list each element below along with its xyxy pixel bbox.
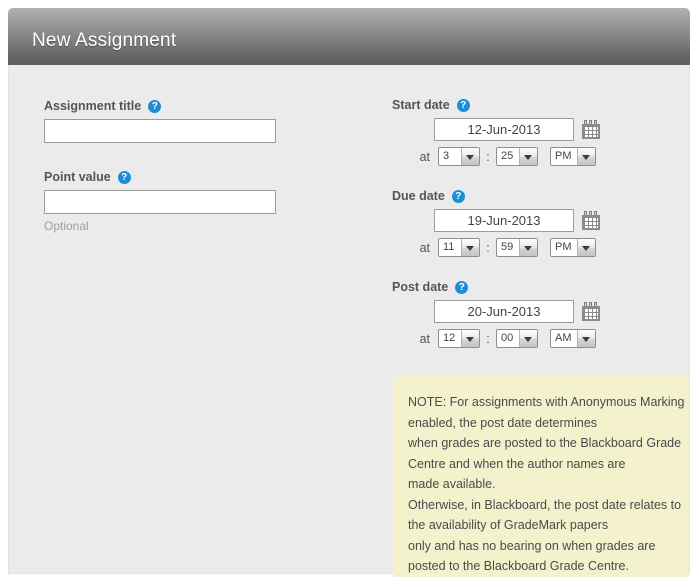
chevron-down-icon xyxy=(519,148,537,165)
post-time-row: at 12 : 00 AM xyxy=(392,329,692,348)
point-value-input[interactable] xyxy=(44,190,276,214)
due-at-label: at xyxy=(419,240,430,255)
help-icon[interactable]: ? xyxy=(455,280,469,294)
chevron-down-icon xyxy=(461,148,479,165)
due-time-separator: : xyxy=(486,240,490,255)
chevron-down-icon xyxy=(461,239,479,256)
start-meridiem-value: PM xyxy=(555,150,572,162)
post-hour-select[interactable]: 12 xyxy=(438,329,480,348)
start-hour-select[interactable]: 3 xyxy=(438,147,480,166)
post-minute-value: 00 xyxy=(501,332,514,344)
note-line: the availability of GradeMark papers xyxy=(408,518,609,532)
due-meridiem-select[interactable]: PM xyxy=(550,238,596,257)
due-meridiem-value: PM xyxy=(555,241,572,253)
post-meridiem-value: AM xyxy=(555,332,572,344)
note-line: Centre and when the author names are xyxy=(408,456,626,471)
start-date-label-text: Start date xyxy=(392,98,450,112)
note-line: Otherwise, in Blackboard, the post date … xyxy=(408,497,682,512)
panel-body: Assignment title ? Point value ? Optiona… xyxy=(8,65,692,577)
post-date-group: Post date ? at 12 : xyxy=(392,280,692,348)
note-line: enabled, the post date determines xyxy=(408,415,598,430)
note-line: made available. xyxy=(408,477,496,491)
due-minute-select[interactable]: 59 xyxy=(496,238,538,257)
post-meridiem-select[interactable]: AM xyxy=(550,329,596,348)
help-icon[interactable]: ? xyxy=(117,170,131,184)
chevron-down-icon xyxy=(461,330,479,347)
help-icon[interactable]: ? xyxy=(456,98,470,112)
field-spacer xyxy=(44,143,344,170)
start-time-separator: : xyxy=(486,149,490,164)
assignment-title-label: Assignment title ? xyxy=(44,99,344,113)
due-date-input[interactable] xyxy=(434,209,574,232)
new-assignment-panel: New Assignment Assignment title ? Point … xyxy=(8,8,692,577)
point-value-label: Point value ? xyxy=(44,170,344,184)
right-form-column: Start date ? at 3 : xyxy=(392,98,692,371)
start-date-group: Start date ? at 3 : xyxy=(392,98,692,166)
start-date-input[interactable] xyxy=(434,118,574,141)
due-minute-value: 59 xyxy=(501,241,514,253)
chevron-down-icon xyxy=(577,148,595,165)
start-minute-value: 25 xyxy=(501,150,514,162)
start-date-row xyxy=(434,118,692,141)
post-date-input[interactable] xyxy=(434,300,574,323)
start-minute-select[interactable]: 25 xyxy=(496,147,538,166)
start-at-label: at xyxy=(419,149,430,164)
post-at-label: at xyxy=(419,331,430,346)
due-date-row xyxy=(434,209,692,232)
help-icon[interactable]: ? xyxy=(451,189,465,203)
assignment-title-label-text: Assignment title xyxy=(44,99,142,113)
assignment-title-field-group: Assignment title ? xyxy=(44,99,344,143)
assignment-title-input[interactable] xyxy=(44,119,276,143)
start-hour-value: 3 xyxy=(443,150,450,162)
note-line: posted to the Blackboard Grade Centre. xyxy=(408,559,629,573)
post-date-row xyxy=(434,300,692,323)
calendar-icon[interactable] xyxy=(582,211,600,230)
anonymous-marking-note: NOTE: For assignments with Anonymous Mar… xyxy=(393,376,689,577)
note-line: only and has no bearing on when grades a… xyxy=(408,538,656,553)
panel-titlebar: New Assignment xyxy=(8,8,690,65)
start-date-label: Start date ? xyxy=(392,98,692,112)
due-date-label: Due date ? xyxy=(392,189,692,203)
calendar-icon[interactable] xyxy=(582,120,600,139)
post-hour-value: 12 xyxy=(443,332,456,344)
chevron-down-icon xyxy=(519,239,537,256)
due-hour-value: 11 xyxy=(443,241,455,253)
post-minute-select[interactable]: 00 xyxy=(496,329,538,348)
page-title: New Assignment xyxy=(32,30,177,51)
chevron-down-icon xyxy=(519,330,537,347)
start-meridiem-select[interactable]: PM xyxy=(550,147,596,166)
due-hour-select[interactable]: 11 xyxy=(438,238,480,257)
note-line: when grades are posted to the Blackboard… xyxy=(408,436,682,450)
point-value-field-group: Point value ? Optional xyxy=(44,170,344,233)
due-date-group: Due date ? at 11 : xyxy=(392,189,692,257)
chevron-down-icon xyxy=(577,239,595,256)
post-date-label: Post date ? xyxy=(392,280,692,294)
start-time-row: at 3 : 25 PM xyxy=(392,147,692,166)
point-value-label-text: Point value xyxy=(44,170,111,184)
note-line: NOTE: For assignments with Anonymous Mar… xyxy=(408,395,685,409)
point-value-optional-hint: Optional xyxy=(44,219,89,233)
post-time-separator: : xyxy=(486,331,490,346)
post-date-label-text: Post date xyxy=(392,280,449,294)
left-form-column: Assignment title ? Point value ? Optiona… xyxy=(44,99,344,233)
calendar-icon[interactable] xyxy=(582,302,600,321)
due-date-label-text: Due date xyxy=(392,189,445,203)
help-icon[interactable]: ? xyxy=(148,99,162,113)
due-time-row: at 11 : 59 PM xyxy=(392,238,692,257)
chevron-down-icon xyxy=(577,330,595,347)
